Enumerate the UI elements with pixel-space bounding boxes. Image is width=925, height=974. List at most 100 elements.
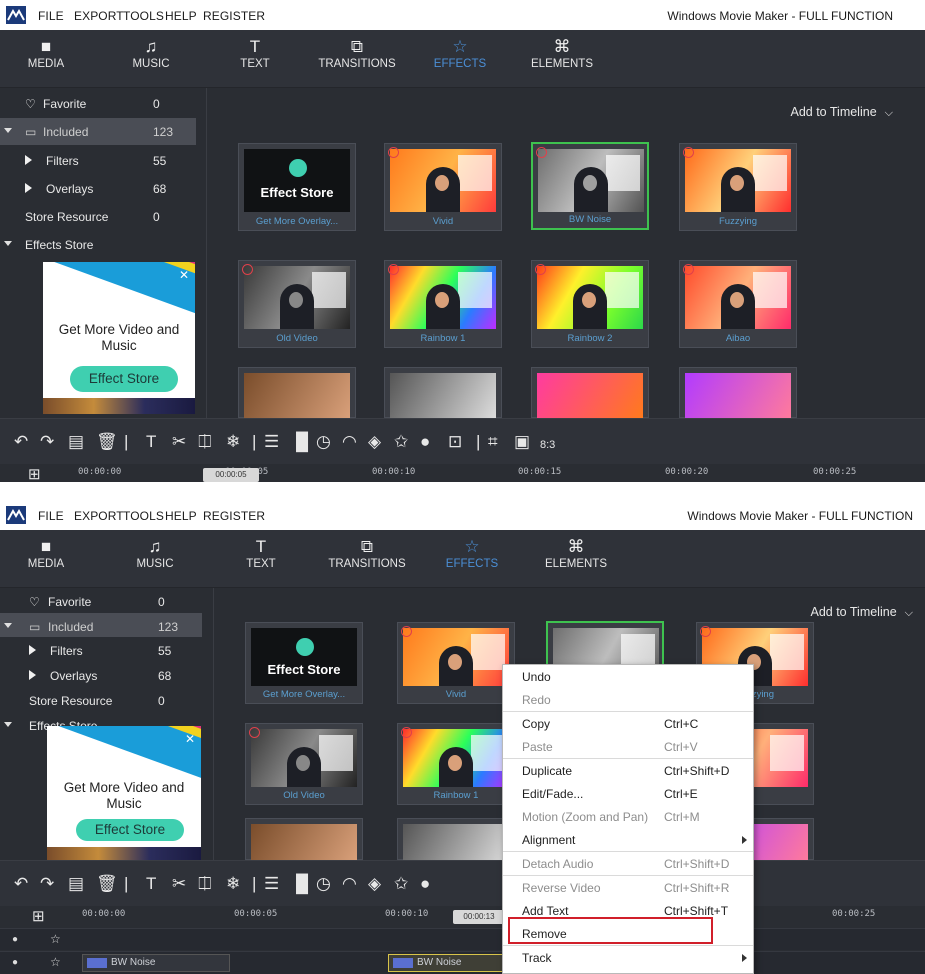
add-track-icon[interactable]: ⊞ xyxy=(28,466,41,482)
sidebar-item-effects-store[interactable]: Effects Store xyxy=(0,231,196,258)
menu-item-copy[interactable]: Copy Ctrl+C xyxy=(503,712,753,735)
effect-clip[interactable]: BW Noise xyxy=(82,954,230,972)
sidebar-item-favorite[interactable]: ♡ Favorite 0 xyxy=(0,90,196,117)
color-icon[interactable]: ◈ xyxy=(368,875,381,893)
undo-icon[interactable]: ↶ xyxy=(14,875,28,893)
audio-icon[interactable]: ▐▌ xyxy=(290,433,314,451)
menu-file[interactable]: FILE xyxy=(38,9,64,23)
split-icon[interactable]: ⎅ xyxy=(198,875,212,893)
sidebar-item-filters[interactable]: Filters 55 xyxy=(0,147,196,174)
menu-item-reverse-video[interactable]: Reverse Video Ctrl+Shift+R xyxy=(503,876,753,899)
motion-icon[interactable]: ◠ xyxy=(342,875,357,893)
overlay-icon[interactable]: ⊡ xyxy=(448,433,462,451)
menu-tools[interactable]: TOOLS xyxy=(123,509,164,523)
paste-icon[interactable]: ▤ xyxy=(68,875,84,893)
sidebar-item-overlays[interactable]: Overlays 68 xyxy=(0,175,196,202)
timeline-ruler[interactable]: ⊞ 00:00:00 00:00:05 00:00:10 00:00:15 00… xyxy=(0,464,925,482)
text-icon[interactable]: T xyxy=(146,875,156,893)
freeze-icon[interactable]: ❄ xyxy=(226,433,240,451)
speed-icon[interactable]: ◷ xyxy=(316,433,331,451)
close-icon[interactable]: ✕ xyxy=(185,732,195,746)
menu-register[interactable]: REGISTER xyxy=(203,509,265,523)
timeline-ruler[interactable]: ⊞ 00:00:00 00:00:05 00:00:10 00:00:25 00… xyxy=(0,906,925,926)
effect-icon[interactable]: ✩ xyxy=(394,875,408,893)
sidebar-item-store-resource[interactable]: Store Resource 0 xyxy=(0,203,196,230)
effect-thumb-rainbow-2[interactable]: Rainbow 2 xyxy=(531,260,649,348)
sidebar-item-included[interactable]: ▭ Included 123 xyxy=(0,613,202,637)
crop-icon[interactable]: ⌗ xyxy=(488,433,498,451)
menu-register[interactable]: REGISTER xyxy=(203,9,265,23)
person-icon[interactable]: ● xyxy=(420,875,430,893)
menu-item-duplicate[interactable]: Duplicate Ctrl+Shift+D xyxy=(503,759,753,782)
effect-store-button[interactable]: Effect Store xyxy=(76,819,184,841)
redo-icon[interactable]: ↷ xyxy=(40,433,54,451)
eye-icon[interactable]: ● xyxy=(12,957,18,968)
sidebar-item-included[interactable]: ▭ Included 123 xyxy=(0,118,196,145)
menu-export[interactable]: EXPORT xyxy=(74,509,124,523)
effect-thumb-row3[interactable] xyxy=(238,367,356,419)
ad-banner[interactable]: ✕ Get More Video and Music Effect Store xyxy=(43,262,195,414)
sidebar-item-filters[interactable]: Filters 55 xyxy=(0,637,202,664)
effect-thumb-vivid[interactable]: Vivid xyxy=(384,143,502,231)
redo-icon[interactable]: ↷ xyxy=(40,875,54,893)
undo-icon[interactable]: ↶ xyxy=(14,433,28,451)
tab-music[interactable]: ♫ MUSIC xyxy=(101,36,201,70)
sidebar-item-overlays[interactable]: Overlays 68 xyxy=(0,662,202,689)
paste-icon[interactable]: ▤ xyxy=(68,433,84,451)
effect-thumb-old-video[interactable]: Old Video xyxy=(238,260,356,348)
effect-thumb-store[interactable]: Effect Store Get More Overlay... xyxy=(238,143,356,231)
menu-help[interactable]: HELP xyxy=(165,509,197,523)
eye-icon[interactable]: ● xyxy=(12,934,18,945)
close-icon[interactable]: ✕ xyxy=(179,268,189,282)
delete-icon[interactable]: 🗑 xyxy=(96,875,118,893)
tab-music[interactable]: ♫ MUSIC xyxy=(105,536,205,570)
delete-icon[interactable]: 🗑 xyxy=(96,433,118,451)
effect-thumb-row3[interactable] xyxy=(531,367,649,419)
freeze-icon[interactable]: ❄ xyxy=(226,875,240,893)
adjust-icon[interactable]: ☰ xyxy=(264,433,279,451)
cut-icon[interactable]: ✂ xyxy=(172,875,186,893)
split-icon[interactable]: ⎅ xyxy=(198,433,212,451)
effect-icon[interactable]: ✩ xyxy=(394,433,408,451)
menu-item-paste[interactable]: Paste Ctrl+V xyxy=(503,735,753,758)
menu-file[interactable]: FILE xyxy=(38,509,64,523)
menu-item-motion[interactable]: Motion (Zoom and Pan) Ctrl+M xyxy=(503,805,753,828)
effect-track[interactable]: ● ☆ xyxy=(0,928,925,950)
tab-elements[interactable]: ⌘ ELEMENTS xyxy=(526,536,626,570)
tab-text[interactable]: T TEXT xyxy=(205,36,305,70)
tab-transitions[interactable]: ⧉ TRANSITIONS xyxy=(317,536,417,570)
effect-track[interactable]: ● ☆ BW Noise BW Noise xyxy=(0,951,925,974)
menu-item-track[interactable]: Track xyxy=(503,946,753,969)
pip-icon[interactable]: ▣ xyxy=(514,433,530,451)
effect-thumb-row3[interactable] xyxy=(245,818,363,861)
effect-thumb-row3[interactable] xyxy=(397,818,515,861)
motion-icon[interactable]: ◠ xyxy=(342,433,357,451)
effect-store-button[interactable]: Effect Store xyxy=(70,366,178,392)
tab-media[interactable]: ■ MEDIA xyxy=(0,536,96,570)
effect-thumb-row3[interactable] xyxy=(679,367,797,419)
sidebar-item-favorite[interactable]: ♡ Favorite 0 xyxy=(0,588,202,615)
menu-item-detach-audio[interactable]: Detach Audio Ctrl+Shift+D xyxy=(503,852,753,875)
text-icon[interactable]: T xyxy=(146,433,156,451)
effect-thumb-bw-noise[interactable]: BW Noise xyxy=(531,142,649,230)
effect-thumb-old-video[interactable]: Old Video xyxy=(245,723,363,805)
effect-thumb-vivid[interactable]: Vivid xyxy=(397,622,515,704)
audio-icon[interactable]: ▐▌ xyxy=(290,875,314,893)
menu-item-redo[interactable]: Redo xyxy=(503,688,753,711)
effect-thumb-fuzzying[interactable]: Fuzzying xyxy=(679,143,797,231)
menu-export[interactable]: EXPORT xyxy=(74,9,124,23)
person-icon[interactable]: ● xyxy=(420,433,430,451)
tab-transitions[interactable]: ⧉ TRANSITIONS xyxy=(307,36,407,70)
tab-text[interactable]: T TEXT xyxy=(211,536,311,570)
ad-banner[interactable]: ✕ Get More Video and Music Effect Store xyxy=(47,726,201,860)
effect-thumb-store[interactable]: Effect Store Get More Overlay... xyxy=(245,622,363,704)
sidebar-item-store-resource[interactable]: Store Resource 0 xyxy=(0,687,202,714)
menu-item-alignment[interactable]: Alignment xyxy=(503,828,753,851)
cut-icon[interactable]: ✂ xyxy=(172,433,186,451)
ratio-label[interactable]: 8:3 xyxy=(540,436,555,454)
effect-thumb-row3[interactable] xyxy=(384,367,502,419)
effect-thumb-rainbow-1[interactable]: Rainbow 1 xyxy=(397,723,515,805)
menu-item-undo[interactable]: Undo xyxy=(503,665,753,688)
effect-thumb-rainbow-1[interactable]: Rainbow 1 xyxy=(384,260,502,348)
tab-media[interactable]: ■ MEDIA xyxy=(0,36,96,70)
